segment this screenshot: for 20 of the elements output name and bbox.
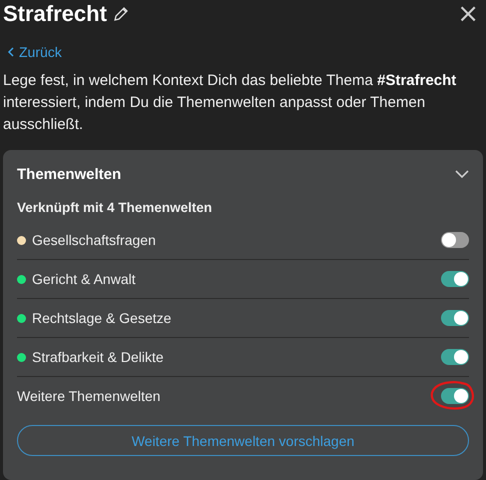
- topic-label: Strafbarkeit & Delikte: [32, 349, 164, 365]
- page-title: Strafrecht: [3, 1, 107, 27]
- back-link[interactable]: Zurück: [7, 44, 62, 60]
- suggest-button[interactable]: Weitere Themenwelten vorschlagen: [17, 425, 469, 456]
- close-button[interactable]: ×: [453, 1, 483, 27]
- panel-title: Themenwelten: [17, 166, 122, 182]
- topic-label: Gesellschaftsfragen: [32, 232, 156, 248]
- topic-label: Weitere Themenwelten: [17, 388, 160, 404]
- chevron-left-icon: [7, 47, 14, 57]
- description-text: Lege fest, in welchem Kontext Dich das beliebte Thema #Strafrecht interessiert, indem Du die Themenwelten anpasst oder Themen ausschließt.: [3, 71, 458, 135]
- toggle-switch[interactable]: [441, 271, 469, 287]
- toggle-switch[interactable]: [441, 388, 469, 404]
- topic-label: Rechtslage & Gesetze: [32, 310, 172, 326]
- toggle-switch[interactable]: [441, 310, 469, 326]
- panel-subtitle: Verknüpft mit 4 Themenwelten: [17, 199, 214, 217]
- pencil-icon[interactable]: [112, 6, 129, 22]
- toggle-switch[interactable]: [441, 349, 469, 365]
- topic-label: Gericht & Anwalt: [32, 271, 136, 287]
- chevron-icon[interactable]: [455, 170, 469, 178]
- toggle-switch[interactable]: [441, 232, 469, 248]
